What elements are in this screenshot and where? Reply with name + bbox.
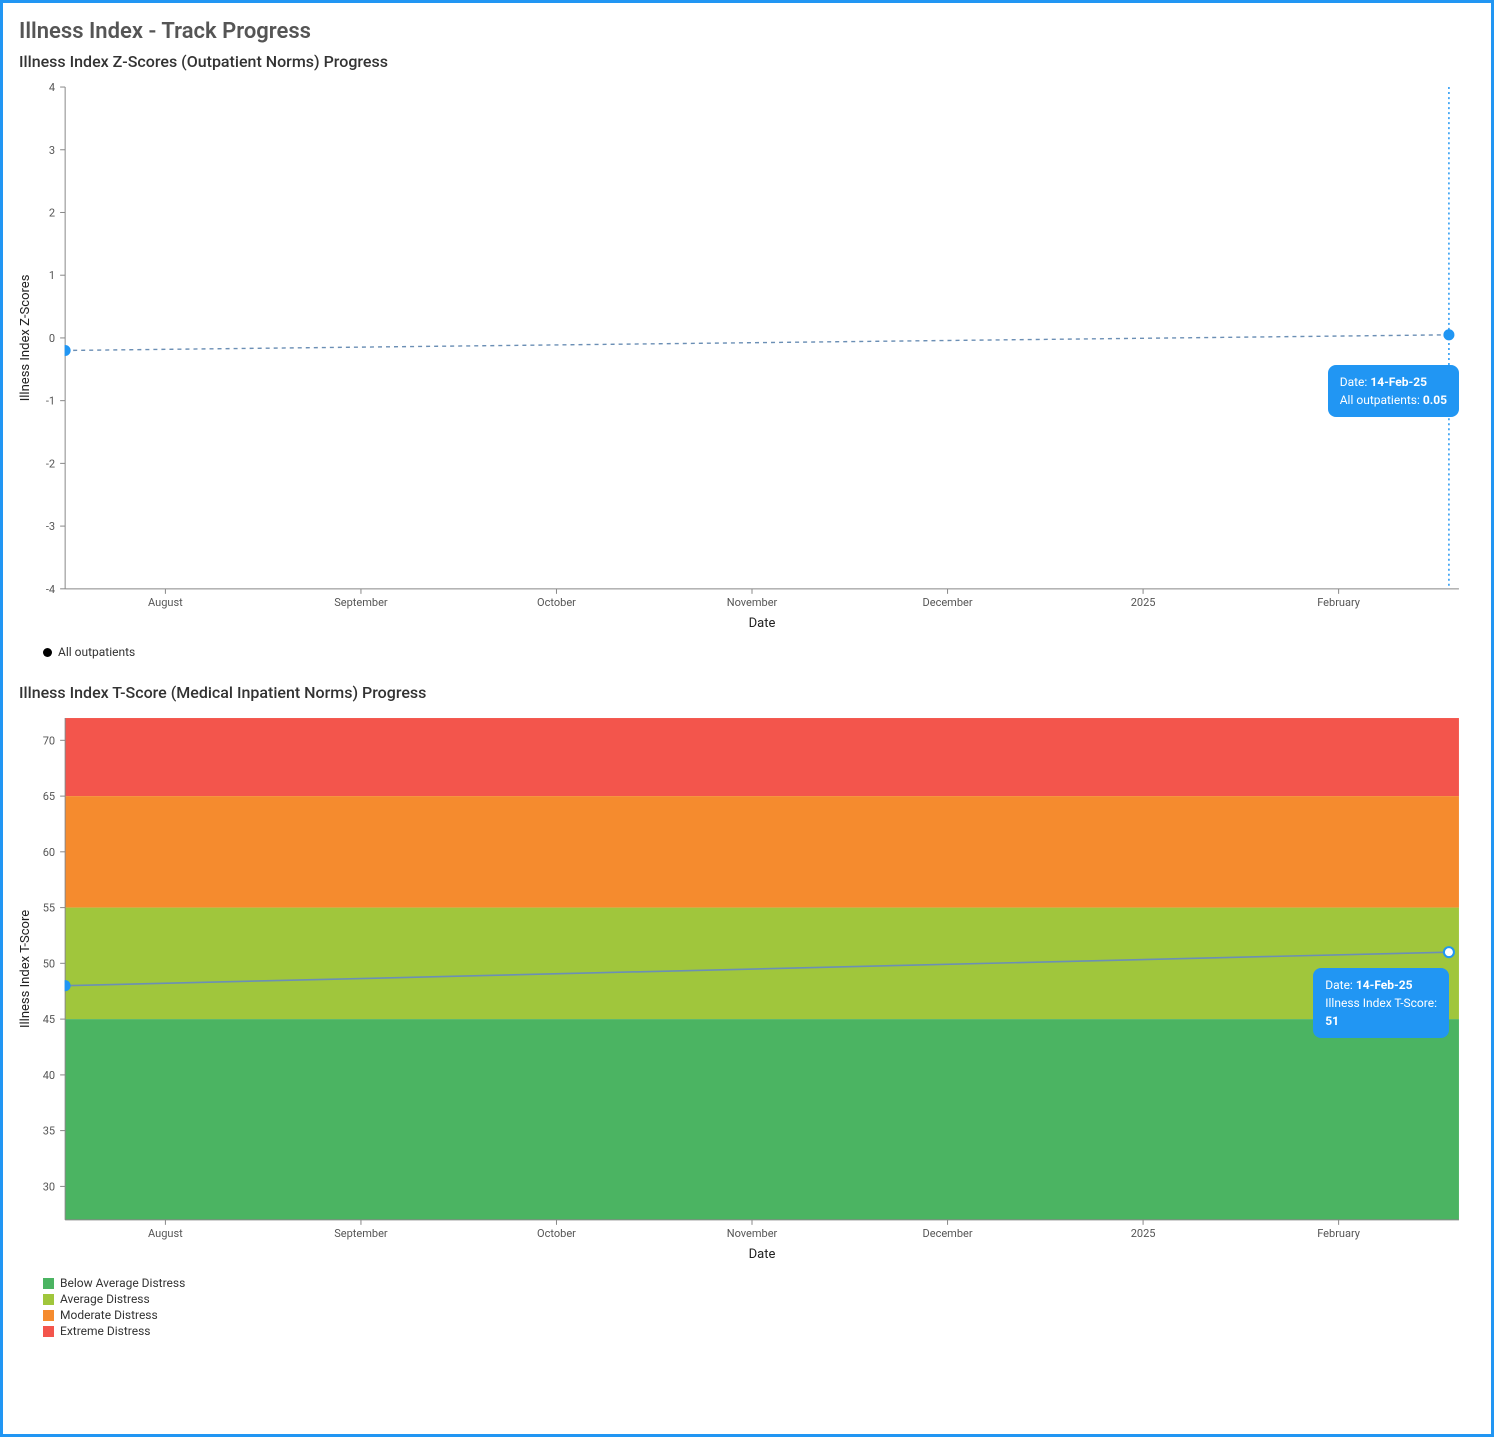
chart1-point-0[interactable] [65, 345, 70, 355]
svg-text:60: 60 [43, 846, 55, 859]
svg-text:November: November [727, 1227, 778, 1240]
square-icon [43, 1294, 54, 1305]
legend-average: Average Distress [60, 1292, 150, 1306]
svg-text:45: 45 [43, 1013, 55, 1026]
svg-text:35: 35 [43, 1125, 55, 1138]
chart2-title: Illness Index T-Score (Medical Inpatient… [19, 683, 1479, 702]
square-icon [43, 1310, 54, 1321]
svg-text:February: February [1317, 596, 1361, 609]
svg-text:November: November [727, 596, 778, 609]
svg-text:September: September [334, 596, 388, 609]
chart2-point-1[interactable] [1444, 947, 1454, 957]
svg-text:-1: -1 [46, 395, 55, 408]
chart-tscore-block: Illness Index T-Score (Medical Inpatient… [15, 683, 1479, 1338]
band-extreme [65, 718, 1459, 796]
chart1-y-ticks: -4 -3 -2 -1 0 1 2 3 4 [46, 81, 65, 596]
svg-text:August: August [148, 596, 183, 609]
chart2-svg: 30 35 40 45 50 55 60 65 70 August Septem… [15, 708, 1479, 1270]
svg-text:55: 55 [43, 902, 55, 915]
svg-text:February: February [1317, 1227, 1361, 1240]
svg-text:2025: 2025 [1131, 596, 1156, 609]
chart1-point-1[interactable] [1444, 330, 1454, 340]
chart2-y-ticks: 30 35 40 45 50 55 60 65 70 [43, 734, 65, 1193]
svg-text:65: 65 [43, 790, 55, 803]
svg-text:40: 40 [43, 1069, 55, 1082]
svg-text:2025: 2025 [1131, 1227, 1156, 1240]
chart2-xlabel: Date [749, 1247, 776, 1262]
svg-text:August: August [148, 1227, 183, 1240]
band-average [65, 908, 1459, 1019]
square-icon [43, 1326, 54, 1337]
svg-text:October: October [537, 1227, 576, 1240]
chart1-series-line [65, 335, 1449, 351]
svg-text:September: September [334, 1227, 388, 1240]
page-title: Illness Index - Track Progress [19, 19, 1479, 44]
dot-icon [43, 648, 52, 657]
square-icon [43, 1278, 54, 1289]
svg-text:1: 1 [49, 269, 55, 282]
svg-text:-2: -2 [46, 457, 55, 470]
band-moderate [65, 796, 1459, 907]
svg-text:-3: -3 [46, 520, 55, 533]
svg-text:4: 4 [49, 81, 55, 94]
chart1-x-ticks: August September October November Decemb… [148, 589, 1361, 609]
chart2-ylabel: Illness Index T-Score [18, 910, 33, 1028]
svg-text:70: 70 [43, 734, 55, 747]
band-below [65, 1019, 1459, 1220]
svg-text:30: 30 [43, 1180, 55, 1193]
svg-text:2: 2 [49, 206, 55, 219]
svg-text:0: 0 [49, 332, 55, 345]
svg-text:3: 3 [49, 144, 55, 157]
chart1-legend: All outpatients [43, 645, 1479, 659]
chart1-legend-label: All outpatients [58, 645, 135, 659]
chart-zscore-block: Illness Index Z-Scores (Outpatient Norms… [15, 52, 1479, 659]
legend-below: Below Average Distress [60, 1276, 185, 1290]
chart2-x-ticks: August September October November Decemb… [148, 1220, 1361, 1240]
chart1-ylabel: Illness Index Z-Scores [18, 274, 33, 401]
legend-extreme: Extreme Distress [60, 1324, 151, 1338]
chart1-title: Illness Index Z-Scores (Outpatient Norms… [19, 52, 1479, 71]
chart2-plot-wrap[interactable]: 30 35 40 45 50 55 60 65 70 August Septem… [15, 708, 1479, 1270]
legend-moderate: Moderate Distress [60, 1308, 158, 1322]
chart1-xlabel: Date [749, 616, 776, 631]
chart1-svg: -4 -3 -2 -1 0 1 2 3 4 August September O… [15, 77, 1479, 639]
chart1-plot-wrap[interactable]: -4 -3 -2 -1 0 1 2 3 4 August September O… [15, 77, 1479, 639]
svg-text:October: October [537, 596, 576, 609]
svg-text:-4: -4 [46, 583, 55, 596]
chart2-legend: Below Average Distress Average Distress … [43, 1276, 1479, 1338]
svg-text:December: December [923, 596, 973, 609]
svg-text:50: 50 [43, 957, 55, 970]
svg-text:December: December [923, 1227, 973, 1240]
